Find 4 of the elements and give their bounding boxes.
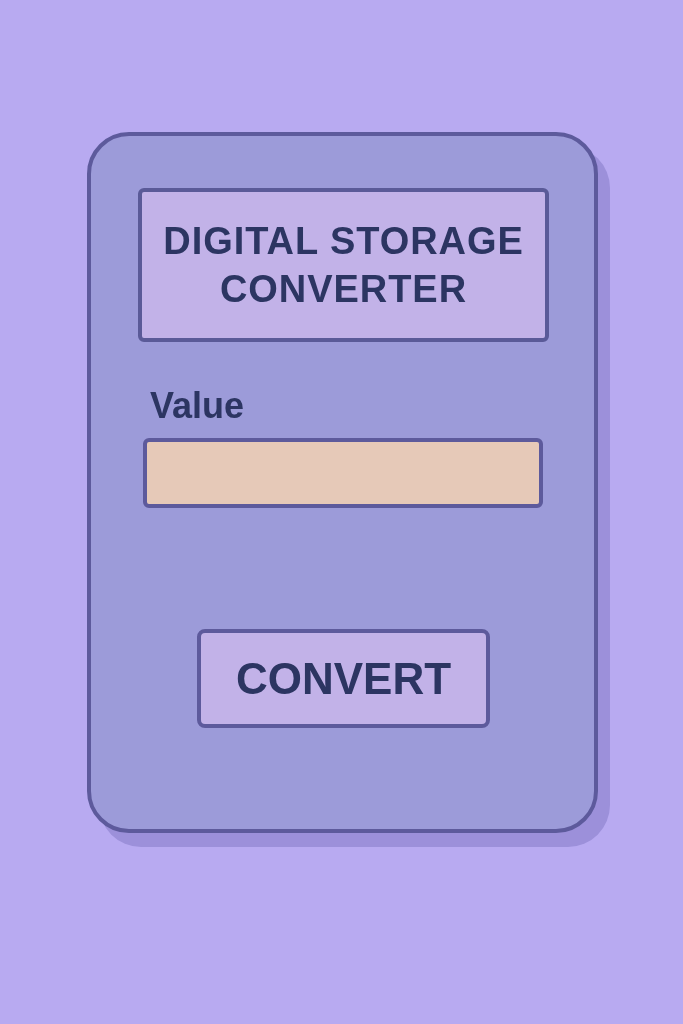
app-title: DIGITAL STORAGE CONVERTER (138, 188, 549, 342)
convert-button[interactable]: CONVERT (197, 629, 490, 728)
value-label: Value (150, 384, 246, 428)
value-input-field[interactable] (143, 438, 543, 508)
